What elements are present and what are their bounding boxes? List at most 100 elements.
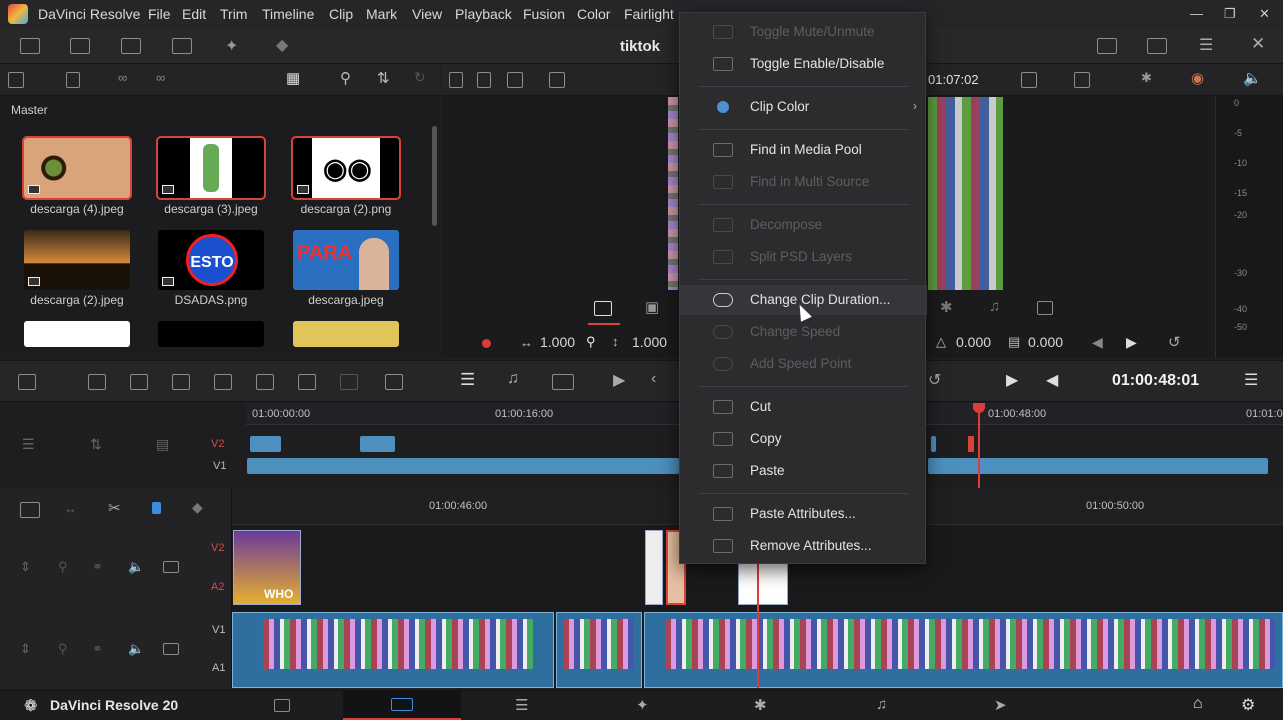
media-page-icon[interactable]: [274, 699, 290, 712]
menu-item-find-in-multi-source[interactable]: Find in Multi Source: [680, 167, 927, 197]
timeline-clip[interactable]: [738, 560, 788, 605]
menu-item-cut[interactable]: Cut: [680, 392, 927, 422]
speaker-icon[interactable]: 🔈: [128, 559, 144, 575]
menu-fusion[interactable]: Fusion: [523, 6, 565, 22]
media-item-thumbnail[interactable]: [22, 136, 132, 200]
mixer-icon[interactable]: ☰: [1199, 35, 1213, 55]
track-move-icon[interactable]: ⇕: [20, 559, 31, 575]
track-option-icon[interactable]: ▤: [156, 436, 169, 453]
menu-clip[interactable]: Clip: [329, 6, 353, 22]
media-item-thumbnail[interactable]: ◉◉: [291, 136, 401, 200]
menu-timeline[interactable]: Timeline: [262, 6, 314, 22]
flag-icon[interactable]: [152, 502, 161, 514]
menu-item-paste[interactable]: Paste: [680, 456, 927, 486]
menu-playback[interactable]: Playback: [455, 6, 512, 22]
transform-icon[interactable]: [594, 301, 612, 316]
media-pool-icon[interactable]: [20, 38, 40, 54]
app-name[interactable]: DaVinci Resolve: [38, 6, 140, 22]
close-up-icon[interactable]: [385, 374, 403, 390]
pitch-value[interactable]: 0.000: [1028, 334, 1063, 350]
menu-item-find-in-media-pool[interactable]: Find in Media Pool: [680, 135, 927, 165]
menu-color[interactable]: Color: [577, 6, 610, 22]
deliver-page-icon[interactable]: ➤: [994, 696, 1007, 714]
menu-item-paste-attributes[interactable]: Paste Attributes...: [680, 499, 927, 529]
menu-fairlight[interactable]: Fairlight: [624, 6, 674, 22]
home-icon[interactable]: ⌂: [1193, 695, 1203, 713]
media-item-thumbnail[interactable]: PARA: [293, 230, 399, 290]
menu-item-clip-color[interactable]: Clip Color ›: [680, 92, 927, 122]
timeline-clip[interactable]: [247, 458, 679, 474]
media-item-thumbnail[interactable]: [158, 321, 264, 347]
crop-icon[interactable]: ▣: [645, 298, 659, 316]
viewer-layout-icon[interactable]: [477, 72, 491, 88]
viewer-layout-icon[interactable]: [449, 72, 463, 88]
grid-view-icon[interactable]: ▦: [286, 69, 300, 87]
cut-page-tab-active[interactable]: [343, 690, 461, 720]
add-keyframe-icon[interactable]: [1037, 301, 1053, 315]
menu-icon[interactable]: ☰: [1244, 370, 1258, 390]
track-option-icon[interactable]: ☰: [22, 436, 35, 453]
blade-icon[interactable]: ✂: [108, 499, 121, 517]
marker-icon[interactable]: ◆: [192, 499, 203, 516]
lock-icon[interactable]: ⚲: [586, 334, 596, 350]
timeline-clip[interactable]: [250, 436, 281, 452]
track-film-icon[interactable]: [163, 643, 179, 655]
magic-wand-icon[interactable]: ✦: [225, 36, 238, 56]
color-wheel-icon[interactable]: ◉: [1191, 69, 1204, 87]
flip-vertical-icon[interactable]: ▶: [1126, 334, 1137, 351]
media-item-thumbnail[interactable]: [293, 321, 399, 347]
sort-icon[interactable]: ⇅: [377, 69, 390, 87]
zoom-x-value[interactable]: 1.000: [540, 334, 575, 350]
next-clip-icon[interactable]: ▶: [1006, 370, 1018, 390]
flip-horizontal-icon[interactable]: ◀: [1092, 334, 1103, 351]
tools-icon[interactable]: ✕: [1251, 34, 1265, 54]
headphones-icon[interactable]: ⚭: [92, 641, 103, 657]
aspect-icon[interactable]: [1021, 72, 1037, 88]
track-film-icon[interactable]: [163, 561, 179, 573]
menu-trim[interactable]: Trim: [220, 6, 247, 22]
menu-item-change-speed[interactable]: Change Speed: [680, 317, 927, 347]
link-icon[interactable]: ∞: [118, 70, 127, 85]
menu-edit[interactable]: Edit: [182, 6, 206, 22]
sidebar-toggle-icon[interactable]: [8, 72, 24, 88]
pool-scrollbar[interactable]: [432, 126, 437, 226]
menu-item-remove-attributes[interactable]: Remove Attributes...: [680, 531, 927, 561]
edit-index-icon[interactable]: [121, 38, 141, 54]
trim-icon[interactable]: ↔: [64, 501, 77, 516]
restore-icon[interactable]: ❐: [1224, 6, 1236, 22]
fit-to-fill-icon[interactable]: [340, 374, 358, 390]
reset-icon[interactable]: ↺: [1168, 333, 1181, 351]
play-reverse-icon[interactable]: ▶: [613, 370, 625, 390]
timeline-clip-selected[interactable]: [968, 436, 974, 452]
menu-view[interactable]: View: [412, 6, 442, 22]
lock-track-icon[interactable]: ⚲: [58, 641, 68, 657]
keyframe-icon[interactable]: ◆: [276, 35, 288, 55]
titles-icon[interactable]: [172, 38, 192, 54]
new-bin-icon[interactable]: [66, 72, 80, 88]
effects-icon[interactable]: [70, 38, 90, 54]
viewer-layout-icon[interactable]: [507, 72, 523, 88]
microphone-icon[interactable]: ♫: [507, 370, 519, 388]
replace-clip-icon[interactable]: [172, 374, 190, 390]
menu-item-decompose[interactable]: Decompose: [680, 210, 927, 240]
media-item-thumbnail[interactable]: ESTO: [158, 230, 264, 290]
menu-item-add-speed-point[interactable]: Add Speed Point: [680, 349, 927, 379]
smart-bin-icon[interactable]: ∞: [156, 70, 165, 85]
timeline-clip[interactable]: [931, 436, 936, 452]
track-move-icon[interactable]: ⇕: [20, 641, 31, 657]
speaker-icon[interactable]: 🔈: [128, 641, 144, 657]
search-icon[interactable]: ⚲: [340, 69, 351, 87]
volume-icon[interactable]: 🔈: [1243, 69, 1262, 87]
timeline-clip[interactable]: [360, 436, 395, 452]
insert-clip-icon[interactable]: [88, 374, 106, 390]
timeline-clip[interactable]: [645, 530, 663, 605]
media-item-thumbnail[interactable]: [24, 230, 130, 290]
settings-sliders-icon[interactable]: ☰: [460, 370, 475, 390]
previous-clip-icon[interactable]: ◀: [1046, 370, 1058, 390]
previous-icon[interactable]: ‹: [651, 370, 656, 388]
rotation-value[interactable]: 0.000: [956, 334, 991, 350]
menu-file[interactable]: File: [148, 6, 171, 22]
fullscreen-icon[interactable]: [1147, 38, 1167, 54]
refresh-icon[interactable]: ↻: [414, 69, 426, 86]
record-icon[interactable]: [482, 339, 491, 348]
